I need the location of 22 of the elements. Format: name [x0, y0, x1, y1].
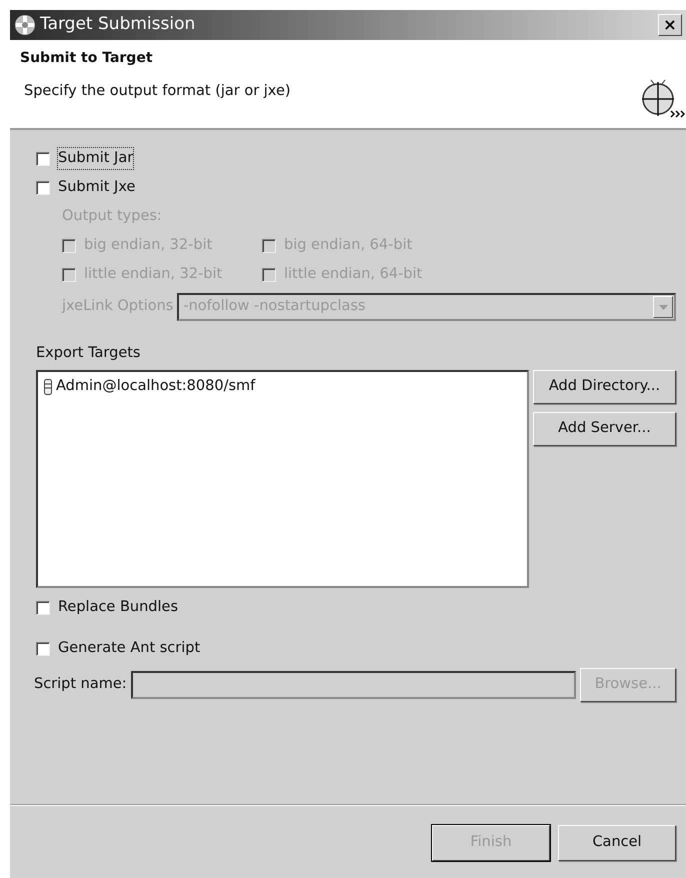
checkbox-label[interactable]: Generate Ant script — [58, 638, 200, 660]
add-button[interactable]: Add Directory... — [533, 370, 676, 404]
page-description: Specify the output format (jar or jxe) — [23, 82, 292, 101]
checkbox-label[interactable]: Replace Bundles — [58, 597, 178, 620]
dialog-button[interactable]: Cancel — [558, 825, 676, 861]
section-label: Export Targets — [36, 344, 142, 363]
checkbox-label[interactable]: Submit Jxe — [58, 176, 136, 198]
checkbox[interactable] — [36, 601, 50, 616]
field-label: Script name: — [34, 674, 127, 694]
app-icon — [14, 14, 36, 36]
server-icon — [44, 378, 52, 395]
checkbox-label[interactable]: Submit Jar — [58, 148, 134, 170]
caret-icon — [658, 304, 668, 310]
add-button[interactable]: Add Server... — [533, 412, 676, 446]
close-button[interactable]: × — [658, 14, 682, 36]
window-title: Target Submission — [40, 13, 196, 36]
list-item[interactable]: Admin@localhost:8080/smf — [44, 376, 521, 398]
globe-icon — [640, 77, 686, 119]
checkbox[interactable] — [36, 180, 50, 194]
page-title: Submit to Target — [20, 49, 154, 68]
checkbox[interactable] — [36, 642, 50, 656]
checkbox[interactable] — [36, 152, 50, 166]
